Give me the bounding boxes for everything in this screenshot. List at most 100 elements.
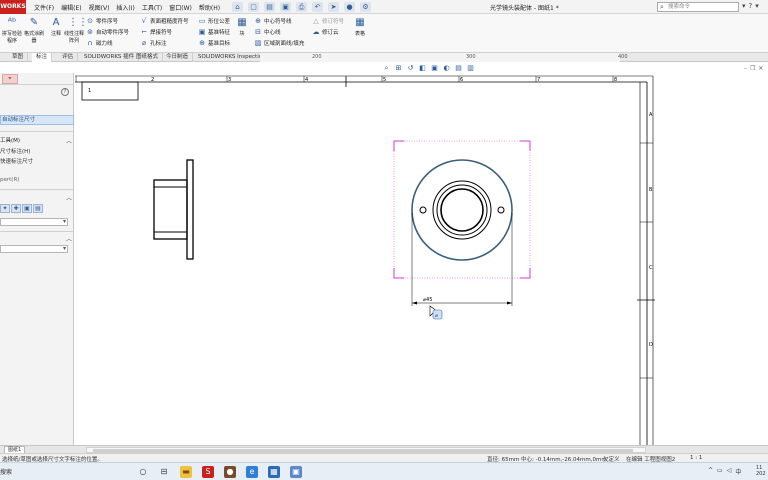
hatch-fill-button[interactable]: ▧ 区域剖面线/填充 <box>254 38 305 47</box>
select-icon[interactable]: ➤ <box>328 2 339 12</box>
auto-balloon-button[interactable]: ⊚ 自动零件序号 <box>86 27 129 36</box>
scrollbar-thumb[interactable] <box>93 449 633 452</box>
style-select[interactable]: ▾ <box>0 218 68 226</box>
scene-icon[interactable]: ▤ <box>454 64 463 73</box>
open-icon[interactable]: ▤ <box>264 2 275 12</box>
chevron-up-icon[interactable]: ︿ <box>66 234 72 243</box>
status-bar: 选择纸/草图或选择尺寸文字标注的位置。 直径: 65mm 中心: -0.14mm… <box>0 453 768 463</box>
hole-callout-button[interactable]: ⌀ 孔标注 <box>140 38 189 47</box>
chevron-up-icon[interactable]: ︿ <box>66 193 72 202</box>
search-input[interactable]: ⌕ 搜索命令 <box>657 2 739 12</box>
surface-finish-button[interactable]: √ 表面粗糙度符号 <box>140 16 189 25</box>
new-icon[interactable]: ▢ <box>248 2 259 12</box>
network-icon[interactable]: ▭ <box>717 467 723 476</box>
revision-symbol-button[interactable]: △ 修订符号 <box>312 16 344 25</box>
style-load-icon[interactable]: ▤ <box>33 204 43 213</box>
tab-manufacturing[interactable]: 今日制造 <box>162 53 194 62</box>
tools-section[interactable]: 工具(M) ︿ <box>0 136 74 145</box>
print-icon[interactable]: ⎙ <box>296 2 307 12</box>
edge-icon[interactable]: e <box>246 466 258 478</box>
brush-icon: ✎ <box>29 17 39 28</box>
options-icon[interactable]: ⚙ <box>360 2 371 12</box>
magnetic-line-button[interactable]: ∩ 磁力线 <box>86 38 129 47</box>
chevron-up-icon[interactable]: ︿ <box>66 136 72 145</box>
datum-target-button[interactable]: ⊕ 基准目标 <box>198 38 230 47</box>
photos-icon[interactable]: ▣ <box>290 466 302 478</box>
help-icon[interactable]: ? <box>749 2 753 10</box>
taskbar-search[interactable]: 搜索 <box>0 467 12 476</box>
block-button[interactable]: ▦ 块 <box>236 17 248 37</box>
datum-feature-button[interactable]: ▣ 基准特征 <box>198 27 230 36</box>
close-icon[interactable]: ✕ <box>758 65 763 72</box>
tab-sheet-format[interactable]: 图纸格式 <box>132 53 164 62</box>
hide-show-icon[interactable]: ◐ <box>442 64 451 73</box>
dropdown-icon[interactable]: ▾ <box>755 2 759 10</box>
auto-dimension-item[interactable]: 自动标注尺寸 <box>0 115 74 125</box>
surface-finish-icon: √ <box>141 16 147 25</box>
rebuild-icon[interactable]: ● <box>344 2 355 12</box>
save-icon[interactable]: ▣ <box>280 2 291 12</box>
section-view-icon[interactable]: ◧ <box>418 64 427 73</box>
home-icon[interactable]: ⌂ <box>232 2 243 12</box>
revision-cloud-button[interactable]: ☁ 修订云 <box>312 27 344 36</box>
tab-addins[interactable]: SOLIDWORKS 插件 <box>80 53 140 62</box>
style-add-icon[interactable]: ✚ <box>11 204 21 213</box>
previous-view-icon[interactable]: ↺ <box>406 64 415 73</box>
drawing-canvas[interactable]: 2 3 4 5 6 7 8 A B C D 1 ⌀45 ⌀ <box>75 73 655 445</box>
minimize-icon[interactable]: – <box>744 65 747 72</box>
dimension-tab[interactable]: ⌖ <box>2 74 18 84</box>
tolerance-select[interactable]: ▾ <box>0 245 68 253</box>
geometric-tolerance-button[interactable]: ▭ 形位公差 <box>198 16 230 25</box>
side-view[interactable] <box>153 159 194 260</box>
volume-icon[interactable]: ◁ <box>727 467 732 476</box>
menu-insert[interactable]: 插入(I) <box>116 3 134 12</box>
app-taskbar-icon[interactable]: ● <box>224 466 236 478</box>
menu-file[interactable]: 文件(F) <box>34 3 54 12</box>
input-method[interactable]: 中 <box>735 467 741 476</box>
dimension-cursor-icon: ⌀ <box>429 305 443 320</box>
display-style-icon[interactable]: ▣ <box>430 64 439 73</box>
zoom-area-icon[interactable]: ⊞ <box>394 64 403 73</box>
centerline-button[interactable]: ⊟ 中心线 <box>254 27 304 36</box>
style-default-icon[interactable]: ✦ <box>0 204 10 213</box>
tab-evaluate[interactable]: 评估 <box>58 53 79 62</box>
menu-view[interactable]: 视图(V) <box>89 3 110 12</box>
task-view-icon[interactable]: ○ <box>137 466 149 478</box>
quick-dimension-item[interactable]: 快速标注尺寸 <box>0 157 33 165</box>
linear-note-pattern-button[interactable]: ⋮⋮ 线性注释阵列 <box>64 17 88 44</box>
table-button[interactable]: ▦ 表格 <box>352 17 368 37</box>
system-clock[interactable]: 11 202 <box>756 465 766 477</box>
dimension-text[interactable]: ⌀45 <box>423 297 432 303</box>
abc-icon: ᴬᵇ <box>7 17 17 28</box>
view-settings-icon[interactable]: ▥ <box>466 64 475 73</box>
help-icon[interactable]: ? <box>61 88 69 96</box>
tab-sketch[interactable]: 草图 <box>8 53 29 62</box>
status-scale[interactable]: 1 : 1 <box>690 455 702 461</box>
restore-icon[interactable]: ❐ <box>750 65 755 72</box>
store-icon[interactable]: ▦ <box>268 466 280 478</box>
style-save-icon[interactable]: ▣ <box>22 204 32 213</box>
front-view[interactable] <box>393 140 531 279</box>
menu-window[interactable]: 窗口(W) <box>169 3 192 12</box>
spell-check-button[interactable]: ᴬᵇ 拼写检验程序 <box>2 17 22 44</box>
weld-symbol-button[interactable]: ⌐ 焊接符号 <box>140 27 189 36</box>
search-dropdown-icon[interactable]: ▾ <box>742 2 746 10</box>
center-mark-button[interactable]: ⊕ 中心符号线 <box>254 16 304 25</box>
note-button[interactable]: A 注释 <box>46 17 66 37</box>
tab-annotation[interactable]: 标注 <box>32 53 53 62</box>
menu-tools[interactable]: 工具(T) <box>142 3 162 12</box>
balloon-button[interactable]: ⊙ 零件序号 <box>86 16 129 25</box>
multitask-icon[interactable]: ⊟ <box>158 466 170 478</box>
file-explorer-icon[interactable]: ▬ <box>180 466 192 478</box>
menu-edit[interactable]: 编辑(E) <box>61 3 81 12</box>
expert-item[interactable]: pert(R) <box>0 177 19 183</box>
format-painter-button[interactable]: ✎ 格式涂刷器 <box>24 17 44 44</box>
title-bar: WORKS 文件(F) 编辑(E) 视图(V) 插入(I) 工具(T) 窗口(W… <box>0 0 768 14</box>
undo-icon[interactable]: ↶ <box>312 2 323 12</box>
smart-dimension-item[interactable]: 尺寸标注(H) <box>0 147 30 155</box>
drawing-sheet[interactable]: 2 3 4 5 6 7 8 A B C D 1 ⌀45 ⌀ <box>75 73 655 445</box>
menu-help[interactable]: 帮助(H) <box>199 3 220 12</box>
chevron-up-icon[interactable]: ^ <box>708 467 713 476</box>
solidworks-taskbar-icon[interactable]: S <box>202 466 214 478</box>
zoom-fit-icon[interactable]: ⌕ <box>382 64 391 73</box>
